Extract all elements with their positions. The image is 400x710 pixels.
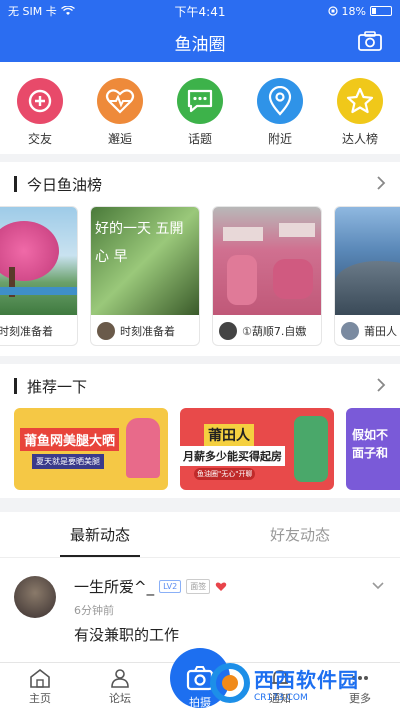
feature-encounter[interactable]: 邂逅 — [90, 78, 150, 147]
battery-text: 18% — [341, 4, 366, 18]
avatar — [97, 322, 115, 340]
post-content: 有没兼职的工作 — [74, 626, 180, 644]
avatar[interactable] — [14, 576, 56, 618]
star-icon — [337, 78, 383, 124]
today-cards: 时刻准备着 好的一天 五開心 早 时刻准备着 ①葫顺7.自嫐 莆田人 — [0, 206, 400, 356]
card-image — [0, 207, 77, 315]
battery-icon — [370, 6, 392, 16]
card-user: 时刻准备着 — [120, 325, 175, 338]
plus-circle-icon — [17, 78, 63, 124]
section-title: 推荐一下 — [27, 377, 88, 396]
avatar — [341, 322, 359, 340]
tab-latest[interactable]: 最新动态 — [0, 512, 200, 557]
feature-make-friends[interactable]: 交友 — [10, 78, 70, 147]
today-card[interactable]: 好的一天 五開心 早 时刻准备着 — [90, 206, 200, 346]
post-time: 6分钟前 — [74, 604, 114, 617]
today-card[interactable]: ①葫顺7.自嫐 — [212, 206, 322, 346]
chat-bubble-icon — [177, 78, 223, 124]
forum-icon — [111, 669, 129, 688]
recommend-banners: 莆鱼网美腿大晒 夏天就是要晒美腿 莆田人 月薪多少能买得起房 鱼油圈"无心"开聊… — [0, 402, 400, 498]
recommend-banner[interactable]: 假如不 面子和 — [346, 408, 400, 490]
feature-label: 交友 — [27, 132, 52, 146]
chevron-right-icon[interactable] — [376, 378, 386, 392]
status-bar: 无 SIM 卡 下午4:41 18% — [0, 0, 400, 22]
watermark-url: CR173.COM — [254, 692, 308, 703]
banner-title: 莆鱼网美腿大晒 — [20, 428, 120, 451]
page-title: 鱼油圈 — [174, 34, 226, 55]
feed-tabs: 最新动态 好友动态 — [0, 512, 400, 558]
carrier-text: 无 SIM 卡 — [8, 5, 57, 18]
recommend-banner[interactable]: 莆田人 月薪多少能买得起房 鱼油圈"无心"开聊 — [180, 408, 334, 490]
today-section-header[interactable]: 今日鱼油榜 — [0, 162, 400, 206]
feature-label: 附近 — [267, 132, 292, 146]
avatar — [219, 322, 237, 340]
nav-bar: 鱼油圈 — [0, 22, 400, 62]
feature-label: 邂逅 — [107, 132, 132, 146]
tab-label: 主页 — [29, 692, 51, 705]
section-marker — [14, 378, 17, 394]
orientation-lock-icon — [327, 6, 338, 16]
card-image: 好的一天 五開心 早 — [91, 207, 199, 315]
feed-post[interactable]: 一生所爱^_ LV2 面签 6分钟前 有没兼职的工作 — [0, 558, 400, 662]
feature-label: 话题 — [187, 132, 212, 146]
card-image — [335, 207, 400, 315]
heart-pulse-icon — [97, 78, 143, 124]
tab-forum[interactable]: 论坛 — [80, 663, 160, 710]
banner-title: 莆田人 — [204, 424, 254, 446]
watermark-logo-icon — [210, 663, 250, 703]
banner-title: 假如不 — [352, 428, 389, 442]
card-user: 时刻准备着 — [0, 325, 53, 338]
feature-leaderboard[interactable]: 达人榜 — [330, 78, 390, 147]
card-image — [213, 207, 321, 315]
section-title: 今日鱼油榜 — [27, 175, 103, 194]
banner-tag: 鱼油圈"无心"开聊 — [194, 468, 256, 480]
feature-topics[interactable]: 话题 — [170, 78, 230, 147]
home-icon — [30, 668, 50, 688]
today-card[interactable]: 莆田人 — [334, 206, 400, 346]
section-marker — [14, 176, 17, 192]
heart-badge-icon — [215, 582, 227, 591]
card-user: ①葫顺7.自嫐 — [242, 325, 307, 338]
tab-label: 论坛 — [109, 692, 131, 705]
post-username[interactable]: 一生所爱^_ — [74, 576, 154, 597]
today-card[interactable]: 时刻准备着 — [0, 206, 78, 346]
tab-home[interactable]: 主页 — [0, 663, 80, 710]
status-badge: 面签 — [186, 579, 211, 594]
location-pin-icon — [257, 78, 303, 124]
card-image-text: 好的一天 五開心 早 — [95, 221, 184, 265]
recommend-banner[interactable]: 莆鱼网美腿大晒 夏天就是要晒美腿 — [14, 408, 168, 490]
tab-friends[interactable]: 好友动态 — [200, 512, 400, 557]
feature-label: 达人榜 — [341, 132, 378, 146]
watermark-brand: 西西软件园 — [254, 667, 359, 692]
banner-subtitle: 面子和 — [352, 446, 389, 460]
wifi-icon — [60, 6, 75, 15]
feature-nearby[interactable]: 附近 — [250, 78, 310, 147]
watermark: 西西软件园 CR173.COM — [210, 662, 390, 704]
card-user: 莆田人 — [364, 325, 397, 338]
chevron-down-icon[interactable] — [372, 582, 384, 590]
chevron-right-icon[interactable] — [376, 176, 386, 190]
level-badge: LV2 — [159, 580, 182, 593]
section-divider — [0, 498, 400, 512]
banner-subtitle: 月薪多少能买得起房 — [180, 446, 285, 466]
feature-row: 交友 邂逅 话题 附近 达人榜 — [0, 62, 400, 154]
post-user-row: 一生所爱^_ LV2 面签 — [74, 576, 227, 597]
banner-subtitle: 夏天就是要晒美腿 — [32, 454, 104, 469]
camera-icon[interactable] — [358, 31, 382, 51]
